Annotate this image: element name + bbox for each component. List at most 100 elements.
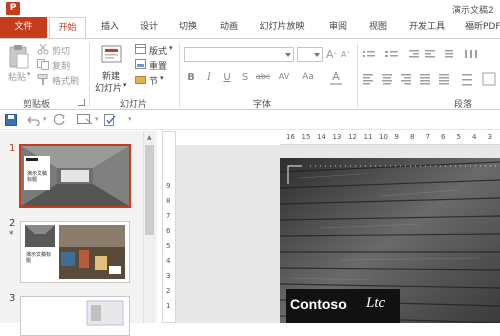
ruler-tick-label: 13 [332,133,342,141]
ruler-tick-label: 16 [286,133,295,141]
ruler-tick-label: 3 [487,133,492,141]
quick-access-toolbar: ▾ ▾ ▾ [0,110,500,130]
slide-number: 1 [9,143,16,154]
clipboard-dialog-launcher-icon[interactable] [78,99,85,106]
ruler-tick-label: 11 [363,133,373,141]
tab-home[interactable]: 开始 [49,17,86,39]
powerpoint-app-icon[interactable]: P [6,2,20,15]
horizontal-ruler: 16 15 14 13 12 11 10 9 8 7 6 5 4 3 [280,131,500,145]
chevron-down-icon [285,53,291,57]
ruler-tick-label: 4 [166,257,171,265]
reset-icon [135,59,146,69]
present-dropdown-icon[interactable]: ▾ [95,115,99,123]
slide-thumbnail-3[interactable] [20,296,130,336]
tab-foxit-pdf[interactable]: 福昕PDF [465,17,500,39]
ruler-tick-label: 7 [166,212,171,220]
underline-button[interactable]: U [221,72,233,83]
ribbon-home: 粘贴 ▾ 剪切 复制 格式刷 剪贴板 新建 幻灯片 ▾ 版式 ▾ 重置 节 ▾ … [0,38,500,110]
vertical-ruler: 9 8 7 6 5 4 3 2 1 [162,131,176,323]
character-spacing-button[interactable]: AV [276,72,292,81]
section-icon [135,76,146,84]
ruler-tick-label: 15 [301,133,311,141]
scrollbar-thumb[interactable] [145,145,154,235]
tab-design[interactable]: 设计 [136,17,162,39]
layout-dropdown-icon[interactable]: ▾ [169,44,173,52]
format-painter-icon [37,74,48,85]
reset-button[interactable]: 重置 [149,59,167,72]
change-case-button[interactable]: Aa [300,72,316,82]
logo-suffix-text: Ltc [366,295,386,311]
section-dropdown-icon[interactable]: ▾ [160,74,164,82]
slide-thumbnail-1[interactable]: 演示文稿标题 [19,144,131,208]
paste-dropdown-icon[interactable]: ▾ [27,70,31,78]
layout-button[interactable]: 版式 [149,44,167,57]
customize-qat-icon[interactable]: ▾ [128,115,132,123]
cut-button[interactable]: 剪切 [52,44,70,57]
ruler-tick-label: 9 [166,182,171,190]
tab-view[interactable]: 视图 [365,17,391,39]
clipboard-group-label: 剪贴板 [23,100,51,110]
slide-thumbnail-content [21,297,129,335]
spelling-icon[interactable] [104,114,116,126]
chevron-down-icon [314,53,320,57]
font-group-label: 字体 [253,100,272,110]
font-size-combo[interactable] [297,47,323,62]
ruler-tick-label: 12 [348,133,357,141]
scroll-up-icon[interactable]: ▲ [147,134,152,141]
tab-slideshow[interactable]: 幻灯片放映 [258,17,306,39]
tab-animations[interactable]: 动画 [216,17,242,39]
ruler-tick-label: 10 [379,133,388,141]
tab-developer[interactable]: 开发工具 [407,17,447,39]
tab-insert[interactable]: 插入 [97,17,123,39]
paste-button[interactable]: 粘贴 [8,70,26,83]
undo-dropdown-icon[interactable]: ▾ [43,115,47,123]
slide-thumbnail-title: 演示文稿标题 [26,252,52,264]
ruler-tick-label: 6 [441,133,446,141]
tab-review[interactable]: 审阅 [325,17,351,39]
paste-icon[interactable] [8,44,30,70]
undo-icon[interactable] [27,114,43,126]
copy-button[interactable]: 复制 [52,59,70,72]
new-slide-icon[interactable] [101,43,123,67]
ruler-tick-label: 1 [166,302,171,310]
ruler-tick-label: 3 [166,272,171,280]
bold-button[interactable]: B [185,72,197,83]
slide-transition-marker: * [9,230,14,240]
text-shadow-button[interactable]: S [239,72,251,83]
ruler-tick-label: 7 [425,133,430,141]
ruler-tick-label: 2 [166,287,171,295]
save-icon[interactable] [5,114,17,126]
ruler-tick-label: 5 [456,133,461,141]
strikethrough-button[interactable]: abc [254,72,272,81]
present-from-start-icon[interactable] [77,114,93,126]
ruler-tick-label: 8 [410,133,415,141]
group-divider [179,43,180,107]
section-button[interactable]: 节 [149,74,158,87]
paragraph-tools [363,50,496,86]
ruler-tick-label: 14 [317,133,326,141]
layout-icon [135,44,146,54]
shrink-font-icon[interactable]: A˅ [341,50,350,59]
logo-text: Contoso [290,296,347,312]
new-slide-button-line2[interactable]: 幻灯片 [95,81,122,94]
font-color-button[interactable]: A [330,70,342,85]
paragraph-group-label: 段落 [454,100,473,110]
title-bar: P 演示文稿2 [0,0,500,17]
ruler-tick-label: 9 [394,133,399,141]
current-slide[interactable]: Contoso Ltc [280,158,500,323]
repeat-icon[interactable] [54,114,66,126]
italic-button[interactable]: I [203,72,215,83]
grow-font-icon[interactable]: A˄ [326,48,337,61]
thumbnails-scrollbar[interactable]: ▲ [143,131,155,323]
font-family-combo[interactable] [184,47,294,62]
tab-transitions[interactable]: 切换 [175,17,201,39]
new-slide-dropdown-icon[interactable]: ▾ [123,81,127,89]
tab-file[interactable]: 文件 [0,17,47,39]
ruler-tick-label: 4 [472,133,477,141]
slide-thumbnail-2[interactable]: 演示文稿标题 [20,221,130,283]
ruler-tick-label: 6 [166,227,171,235]
group-divider [89,43,90,107]
format-painter-button[interactable]: 格式刷 [52,74,79,87]
copy-icon [37,59,49,70]
slide-thumbnails-pane: 1 演示文稿标题 2 * 演示文稿标题 3 [0,131,157,336]
